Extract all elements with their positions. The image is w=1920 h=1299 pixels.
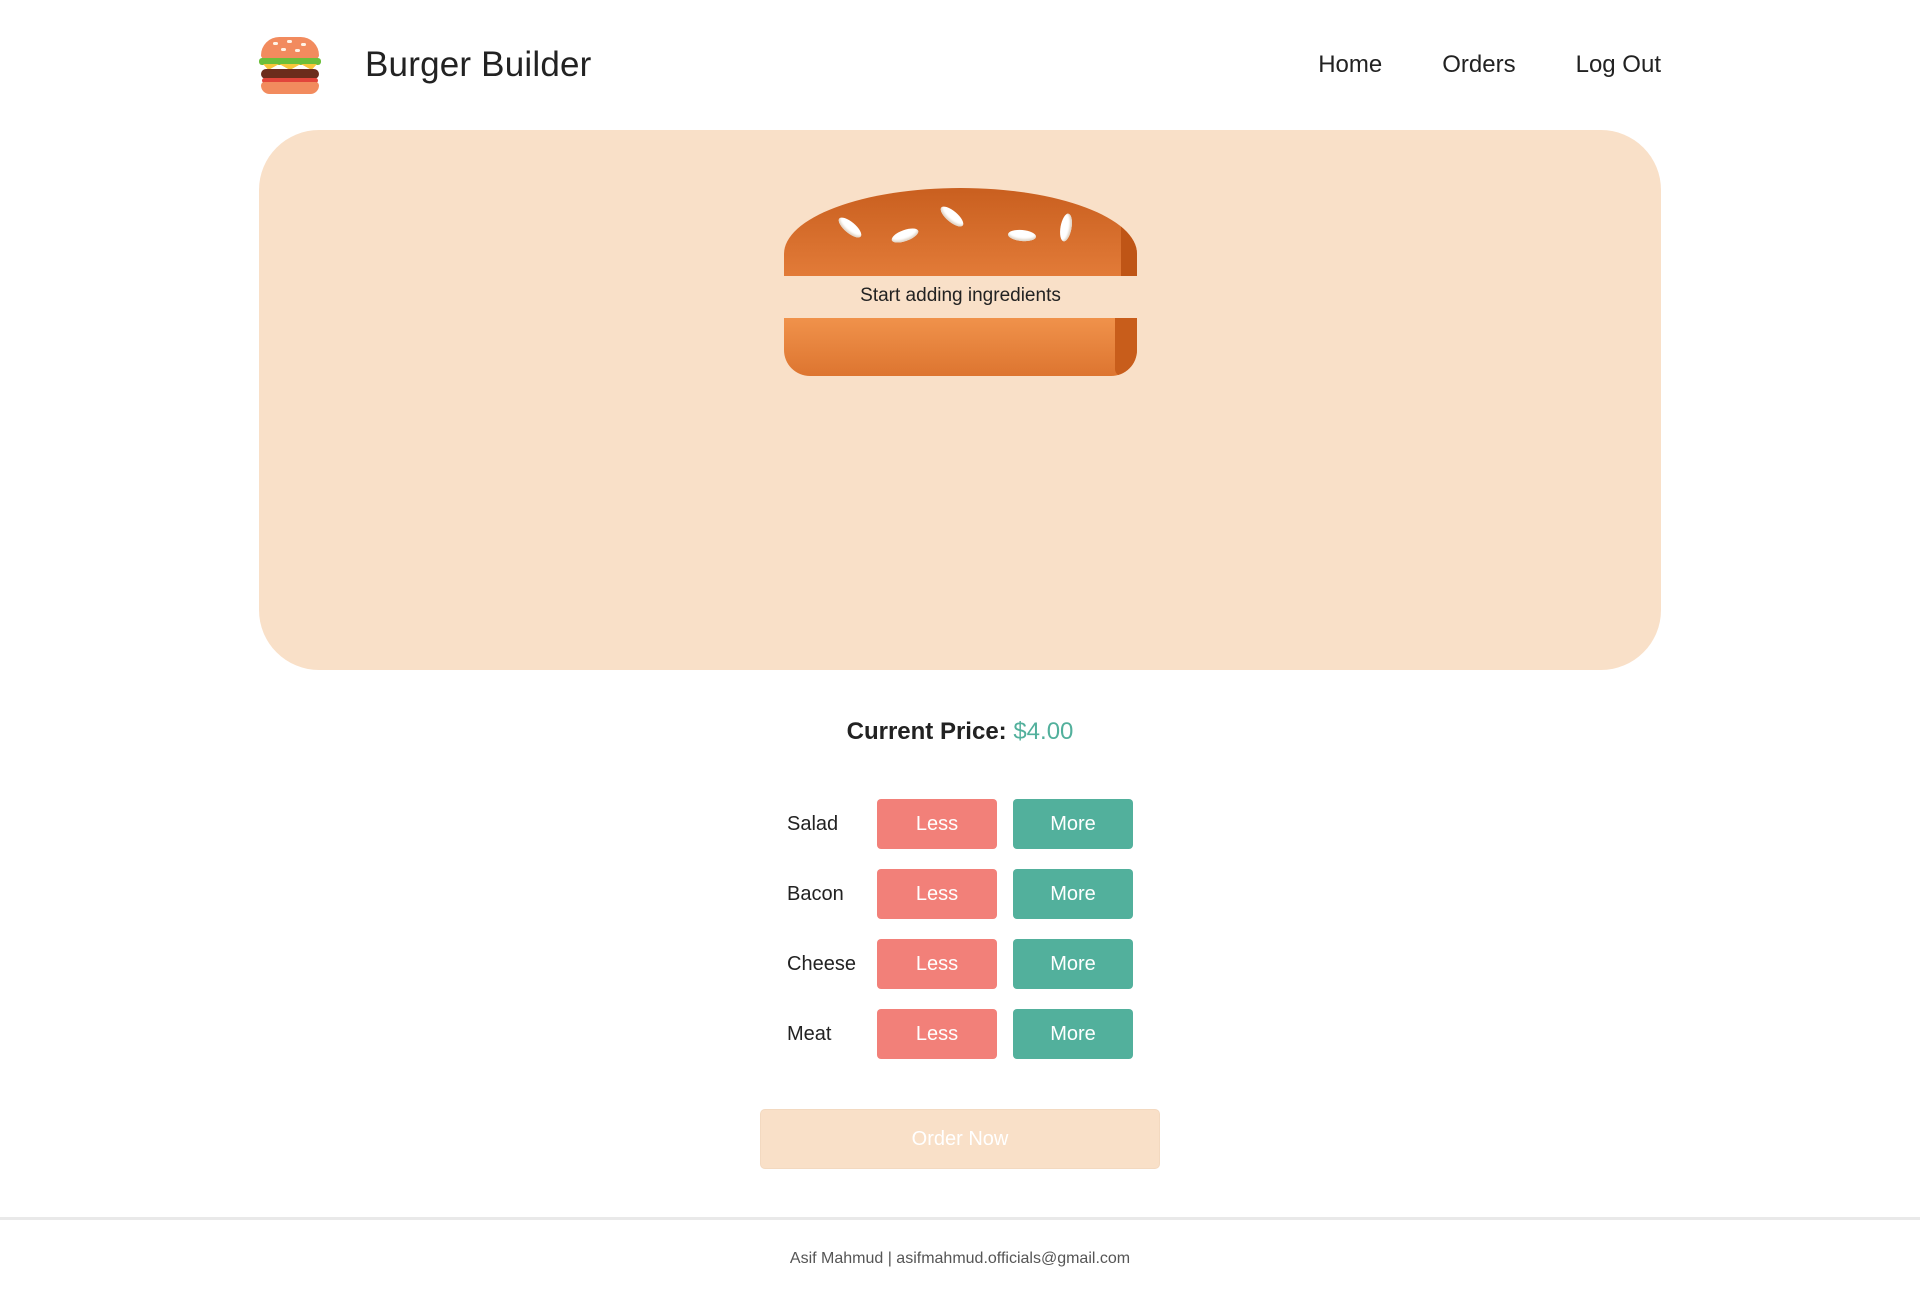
footer-credits: Asif Mahmud | asifmahmud.officials@gmail…: [789, 1250, 1131, 1267]
bread-top: [784, 188, 1137, 276]
nav-logout-link[interactable]: Log Out: [1576, 51, 1661, 79]
burger-logo-icon[interactable]: [259, 34, 321, 96]
nav-orders-link[interactable]: Orders: [1442, 51, 1515, 79]
meat-more-button[interactable]: More: [1013, 1009, 1133, 1059]
app-title: Burger Builder: [365, 45, 592, 84]
control-row-bacon: Bacon Less More: [787, 869, 1133, 919]
current-price: Current Price: $4.00: [0, 718, 1920, 746]
order-now-button[interactable]: Order Now: [760, 1109, 1160, 1169]
ingredient-label: Cheese: [787, 952, 856, 975]
brand: Burger Builder: [259, 34, 592, 96]
ingredient-label: Bacon: [787, 882, 844, 905]
ingredient-label: Meat: [787, 1022, 832, 1045]
meat-less-button[interactable]: Less: [877, 1009, 997, 1059]
bacon-more-button[interactable]: More: [1013, 869, 1133, 919]
empty-burger-message: Start adding ingredients: [860, 285, 1061, 306]
salad-more-button[interactable]: More: [1013, 799, 1133, 849]
control-row-salad: Salad Less More: [787, 799, 1133, 849]
price-value: $4.00: [1013, 718, 1074, 745]
cheese-less-button[interactable]: Less: [877, 939, 997, 989]
nav-home-link[interactable]: Home: [1318, 51, 1382, 79]
control-row-meat: Meat Less More: [787, 1009, 1133, 1059]
control-row-cheese: Cheese Less More: [787, 939, 1133, 989]
build-controls: Salad Less More Bacon Less More Cheese L…: [787, 799, 1133, 1079]
main-nav: Home Orders Log Out: [1318, 51, 1661, 79]
price-label: Current Price:: [846, 718, 1007, 745]
bread-bottom: [784, 318, 1137, 376]
footer-divider: [0, 1217, 1920, 1220]
burger-preview: Start adding ingredients: [259, 130, 1661, 670]
ingredient-label: Salad: [787, 812, 839, 835]
app-header: Burger Builder Home Orders Log Out: [259, 30, 1661, 100]
bacon-less-button[interactable]: Less: [877, 869, 997, 919]
cheese-more-button[interactable]: More: [1013, 939, 1133, 989]
salad-less-button[interactable]: Less: [877, 799, 997, 849]
